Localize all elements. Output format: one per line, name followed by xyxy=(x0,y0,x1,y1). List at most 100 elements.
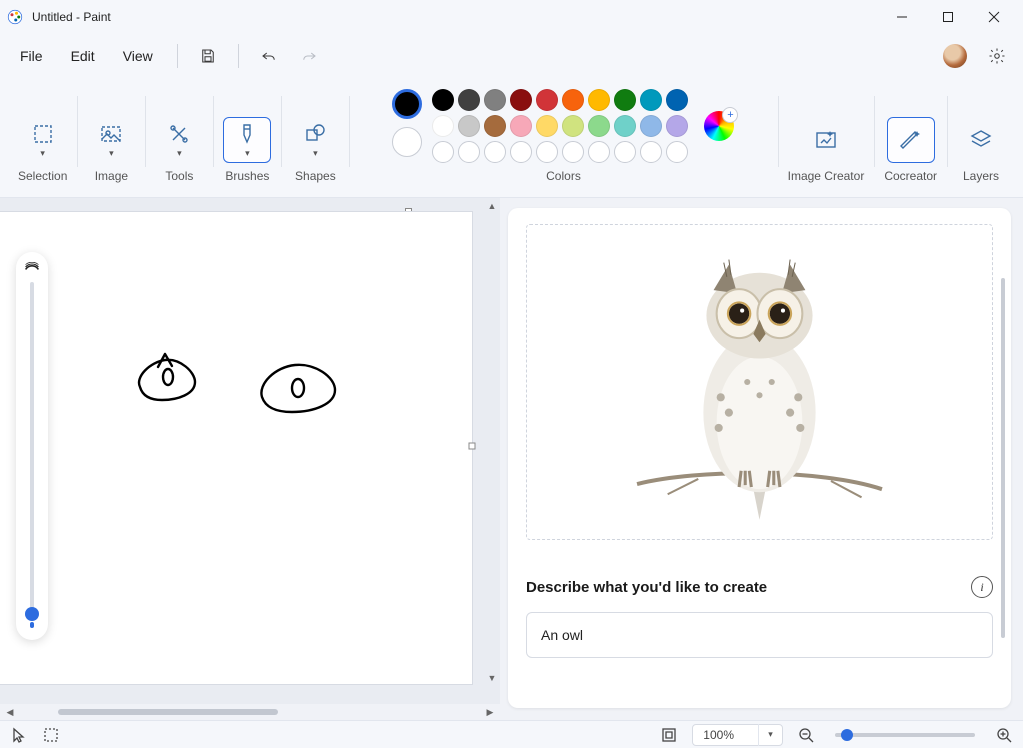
chevron-down-icon[interactable]: ▾ xyxy=(758,724,782,746)
color-swatch-empty[interactable] xyxy=(458,141,480,163)
window-title: Untitled - Paint xyxy=(32,10,111,24)
brush-stroke-icon xyxy=(24,262,40,272)
brushes-button[interactable]: ▾ xyxy=(223,117,271,163)
ribbon-group-selection: ▾ Selection xyxy=(8,84,77,191)
undo-button[interactable] xyxy=(251,38,287,74)
color-swatch-empty[interactable] xyxy=(588,141,610,163)
color-swatch[interactable] xyxy=(614,115,636,137)
image-creator-icon xyxy=(814,128,838,152)
tools-button[interactable]: ▾ xyxy=(155,117,203,163)
info-button[interactable]: i xyxy=(971,576,993,598)
color-swatch[interactable] xyxy=(640,115,662,137)
canvas-resize-handle[interactable] xyxy=(469,443,476,450)
color-swatch[interactable] xyxy=(510,115,532,137)
zoom-out-button[interactable] xyxy=(797,726,815,744)
image-creator-button[interactable] xyxy=(802,117,850,163)
minimize-button[interactable] xyxy=(879,0,925,34)
color-swatch[interactable] xyxy=(614,89,636,111)
ribbon-label: Brushes xyxy=(225,169,269,183)
color-swatch-empty[interactable] xyxy=(432,141,454,163)
color-swatch[interactable] xyxy=(484,89,506,111)
color-swatch-empty[interactable] xyxy=(510,141,532,163)
slider-thumb[interactable] xyxy=(25,607,39,621)
color-swatch-empty[interactable] xyxy=(666,141,688,163)
menu-bar: File Edit View xyxy=(0,34,1023,78)
edit-colors-button[interactable] xyxy=(704,111,734,141)
close-button[interactable] xyxy=(971,0,1017,34)
scroll-down-icon[interactable]: ▼ xyxy=(484,670,500,686)
color-swatch[interactable] xyxy=(588,115,610,137)
shapes-button[interactable]: ▾ xyxy=(291,117,339,163)
chevron-down-icon: ▾ xyxy=(245,148,250,159)
ribbon-group-colors: Colors xyxy=(349,84,777,191)
cocreator-preview[interactable] xyxy=(526,224,993,540)
color-palette xyxy=(432,89,688,163)
save-button[interactable] xyxy=(190,38,226,74)
user-avatar[interactable] xyxy=(943,44,967,68)
fit-to-window-button[interactable] xyxy=(660,726,678,744)
color-swatch[interactable] xyxy=(562,89,584,111)
color-swatch[interactable] xyxy=(562,115,584,137)
color-swatch[interactable] xyxy=(432,115,454,137)
canvas-horizontal-scrollbar[interactable]: ◀ ▶ xyxy=(0,704,500,720)
slider-track[interactable] xyxy=(30,282,34,614)
selection-size-icon xyxy=(42,726,60,744)
ribbon-label: Image Creator xyxy=(788,169,865,183)
describe-label: Describe what you'd like to create xyxy=(526,579,971,596)
color-swatch[interactable] xyxy=(458,89,480,111)
layers-icon xyxy=(969,128,993,152)
color-swatch[interactable] xyxy=(536,115,558,137)
settings-button[interactable] xyxy=(979,38,1015,74)
color-swatch[interactable] xyxy=(640,89,662,111)
color-swatch-empty[interactable] xyxy=(484,141,506,163)
layers-button[interactable] xyxy=(957,117,1005,163)
drawing-canvas[interactable] xyxy=(0,212,472,684)
color-swatch-empty[interactable] xyxy=(562,141,584,163)
color-swatch[interactable] xyxy=(588,89,610,111)
menu-file[interactable]: File xyxy=(8,42,55,70)
color-swatch[interactable] xyxy=(666,89,688,111)
panel-scrollbar[interactable] xyxy=(1001,278,1005,638)
chevron-down-icon: ▾ xyxy=(109,148,114,159)
canvas-vertical-scrollbar[interactable]: ▲ ▼ xyxy=(484,198,500,686)
color-swatch[interactable] xyxy=(510,89,532,111)
selection-tool[interactable]: ▾ xyxy=(19,117,67,163)
zoom-slider-thumb[interactable] xyxy=(841,729,853,741)
scroll-up-icon[interactable]: ▲ xyxy=(484,198,500,214)
menu-edit[interactable]: Edit xyxy=(59,42,107,70)
ribbon-label: Shapes xyxy=(295,169,336,183)
ribbon-group-image: ▾ Image xyxy=(77,84,145,191)
brush-size-slider[interactable] xyxy=(16,252,48,640)
zoom-slider[interactable] xyxy=(835,733,975,737)
color-swatch[interactable] xyxy=(484,115,506,137)
scrollbar-thumb[interactable] xyxy=(58,709,278,715)
color-swatch-empty[interactable] xyxy=(640,141,662,163)
color-swatch[interactable] xyxy=(536,89,558,111)
color-swatch[interactable] xyxy=(458,115,480,137)
chevron-down-icon: ▾ xyxy=(40,148,45,159)
menu-view[interactable]: View xyxy=(111,42,165,70)
ribbon-label: Layers xyxy=(963,169,999,183)
color-secondary-swatch[interactable] xyxy=(392,127,422,157)
color-swatch[interactable] xyxy=(666,115,688,137)
maximize-button[interactable] xyxy=(925,0,971,34)
ribbon-group-cocreator: Cocreator xyxy=(874,84,947,191)
ribbon-label: Selection xyxy=(18,169,67,183)
chevron-down-icon: ▾ xyxy=(177,148,182,159)
zoom-level-select[interactable]: 100% ▾ xyxy=(692,724,783,746)
cocreator-button[interactable] xyxy=(887,117,935,163)
scroll-right-icon[interactable]: ▶ xyxy=(482,704,498,720)
scroll-left-icon[interactable]: ◀ xyxy=(2,704,18,720)
cursor-position-icon xyxy=(10,726,28,744)
redo-button[interactable] xyxy=(291,38,327,74)
zoom-in-button[interactable] xyxy=(995,726,1013,744)
image-tool[interactable]: ▾ xyxy=(87,117,135,163)
cocreator-icon xyxy=(899,128,923,152)
cocreator-prompt-input[interactable] xyxy=(526,612,993,658)
color-swatch-empty[interactable] xyxy=(614,141,636,163)
zoom-value: 100% xyxy=(693,728,758,742)
color-primary-swatch[interactable] xyxy=(392,89,422,119)
color-swatch[interactable] xyxy=(432,89,454,111)
ribbon: ▾ Selection ▾ Image ▾ Tools ▾ Brushes ▾ … xyxy=(0,78,1023,198)
color-swatch-empty[interactable] xyxy=(536,141,558,163)
